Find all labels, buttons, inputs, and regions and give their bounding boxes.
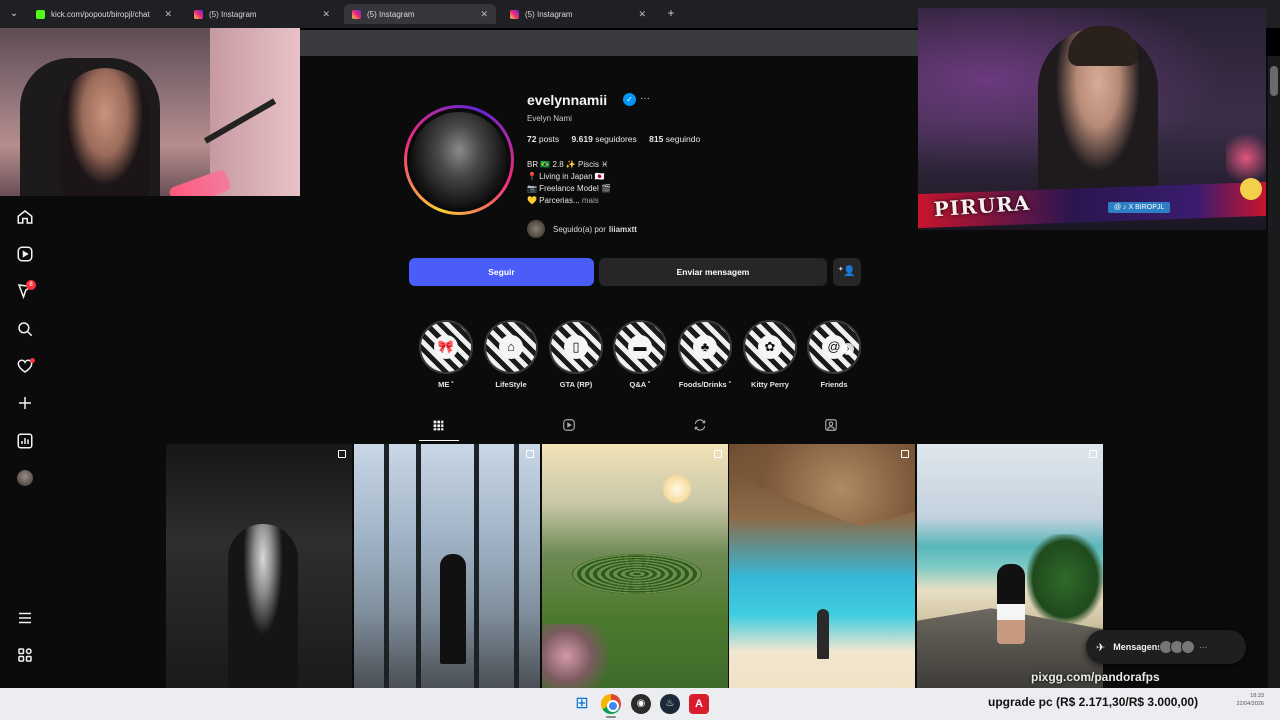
active-app-indicator <box>606 716 616 718</box>
highlight[interactable]: ♣ Foods/Drinks ˚ <box>677 320 733 389</box>
streamer <box>60 68 150 196</box>
chat-icon: ▬ <box>628 335 652 359</box>
scrollbar-track[interactable] <box>1268 56 1280 688</box>
create-icon[interactable] <box>14 392 36 414</box>
verified-badge-icon: ✓ <box>623 93 636 106</box>
followed-by[interactable]: Seguido(a) por liiamxtt <box>527 220 637 238</box>
highlight[interactable]: 🎀 ME ˚ <box>418 320 474 389</box>
profile-username: evelynnamii <box>527 92 608 108</box>
followers-stat[interactable]: 9.619 seguidores <box>572 134 637 144</box>
posts-stat: 72 posts <box>527 134 560 144</box>
profile-picture[interactable] <box>404 105 514 215</box>
instagram-icon <box>352 9 361 19</box>
close-tab-icon[interactable]: ✕ <box>480 9 488 20</box>
chrome-icon[interactable] <box>601 694 621 714</box>
highlight[interactable]: ▯ GTA (RP) <box>548 320 604 389</box>
carousel-icon <box>526 450 534 458</box>
app-icon[interactable]: A <box>689 694 709 714</box>
post-tile[interactable] <box>729 444 915 688</box>
close-tab-icon[interactable]: ✕ <box>164 9 172 20</box>
close-tab-icon[interactable]: ✕ <box>638 9 646 20</box>
microphone <box>168 168 232 196</box>
messages-pill[interactable]: ✈ Mensagens ··· <box>1086 630 1246 664</box>
house-icon: ⌂ <box>499 335 523 359</box>
highlight[interactable]: @ Friends <box>806 320 862 389</box>
profile-avatar[interactable] <box>17 470 33 486</box>
messenger-icon: ✈ <box>1096 641 1106 654</box>
tab-search-chevron-icon[interactable]: ⌄ <box>6 6 22 22</box>
follow-button[interactable]: Seguir <box>409 258 594 286</box>
donation-goal-ticker: upgrade pc (R$ 2.171,30/R$ 3.000,00) <box>988 695 1199 709</box>
paw-icon: ✿ <box>758 335 782 359</box>
active-tab-indicator <box>419 440 459 441</box>
steam-icon[interactable]: ♨ <box>660 694 680 714</box>
carousel-icon <box>714 450 722 458</box>
browser-tab[interactable]: (5) Instagram ✕ <box>186 4 338 24</box>
streamer-webcam-right: PIRURA @ ♪ X BIROPJL <box>918 8 1266 230</box>
menu-icon[interactable] <box>14 607 36 629</box>
stream-watermark: pixgg.com/pandorafps <box>1031 670 1160 684</box>
reposts-tab[interactable] <box>634 414 766 442</box>
highlight[interactable]: ▬ Q&A ˚ <box>612 320 668 389</box>
carousel-icon <box>338 450 346 458</box>
highlight[interactable]: ✿ Kitty Perry <box>742 320 798 389</box>
tagged-icon <box>825 419 837 431</box>
streamer-webcam-left <box>0 28 300 196</box>
clover-icon: ♣ <box>693 335 717 359</box>
following-stat[interactable]: 815 seguindo <box>649 134 700 144</box>
repost-icon <box>694 419 706 431</box>
system-clock[interactable]: 18:33 22/04/2026 <box>1228 692 1264 708</box>
browser-tab[interactable]: kick.com/popout/biropjl/chat ✕ <box>28 4 180 24</box>
new-tab-plus-icon[interactable]: + <box>664 6 678 20</box>
windows-start-icon[interactable]: ⊞ <box>572 694 592 714</box>
browser-tab-active[interactable]: (5) Instagram ✕ <box>344 4 496 24</box>
reels-icon[interactable] <box>14 243 36 265</box>
profile-photo <box>411 112 507 208</box>
threads-icon[interactable] <box>14 644 36 666</box>
kick-icon <box>36 9 45 19</box>
instagram-icon <box>194 9 203 19</box>
highlight[interactable]: ⌂ LifeStyle <box>483 320 539 389</box>
social-handle-tag: @ ♪ X BIROPJL <box>1108 202 1171 213</box>
posts-grid-tab[interactable] <box>372 414 504 442</box>
post-tile[interactable] <box>917 444 1103 688</box>
conversation-avatar <box>1181 640 1196 654</box>
phone-icon: ▯ <box>564 335 588 359</box>
activity-dot <box>30 358 35 363</box>
browser-tab[interactable]: (5) Instagram ✕ <box>502 4 654 24</box>
post-tile[interactable] <box>542 444 728 688</box>
post-tile[interactable] <box>354 444 540 688</box>
post-tile[interactable] <box>166 444 352 688</box>
profile-stats: 72 posts 9.619 seguidores 815 seguindo <box>527 134 710 144</box>
tagged-tab[interactable] <box>765 414 897 442</box>
bow-icon: 🎀 <box>434 335 458 359</box>
scrollbar-thumb[interactable] <box>1270 66 1278 96</box>
notification-badge: 8 <box>26 280 36 290</box>
obs-icon[interactable]: ◉ <box>631 694 651 714</box>
emoji-sticker <box>1240 178 1262 200</box>
home-icon[interactable] <box>14 206 36 228</box>
profile-bio: BR 🇧🇷 2.8 ✨ Piscis ♓ 📍 Living in Japan 🇯… <box>527 160 611 205</box>
highlights-next-icon[interactable]: › <box>842 343 854 355</box>
mutual-follower-avatar <box>527 220 545 238</box>
carousel-icon <box>1089 450 1097 458</box>
instagram-icon <box>510 9 519 19</box>
options-icon[interactable]: ··· <box>640 93 650 104</box>
channel-logo: PIRURA <box>932 190 1032 222</box>
close-tab-icon[interactable]: ✕ <box>322 9 330 20</box>
profile-full-name: Evelyn Nami <box>527 114 572 123</box>
search-icon[interactable] <box>14 318 36 340</box>
address-bar[interactable] <box>300 30 918 56</box>
carousel-icon <box>901 450 909 458</box>
reels-icon <box>563 419 575 431</box>
add-person-icon[interactable]: ⁺👤 <box>833 258 861 286</box>
reels-tab[interactable] <box>503 414 635 442</box>
grid-icon <box>433 420 443 431</box>
dashboard-icon[interactable] <box>14 430 36 452</box>
send-message-button[interactable]: Enviar mensagem <box>599 258 827 286</box>
bio-more-link[interactable]: mais <box>582 196 599 205</box>
